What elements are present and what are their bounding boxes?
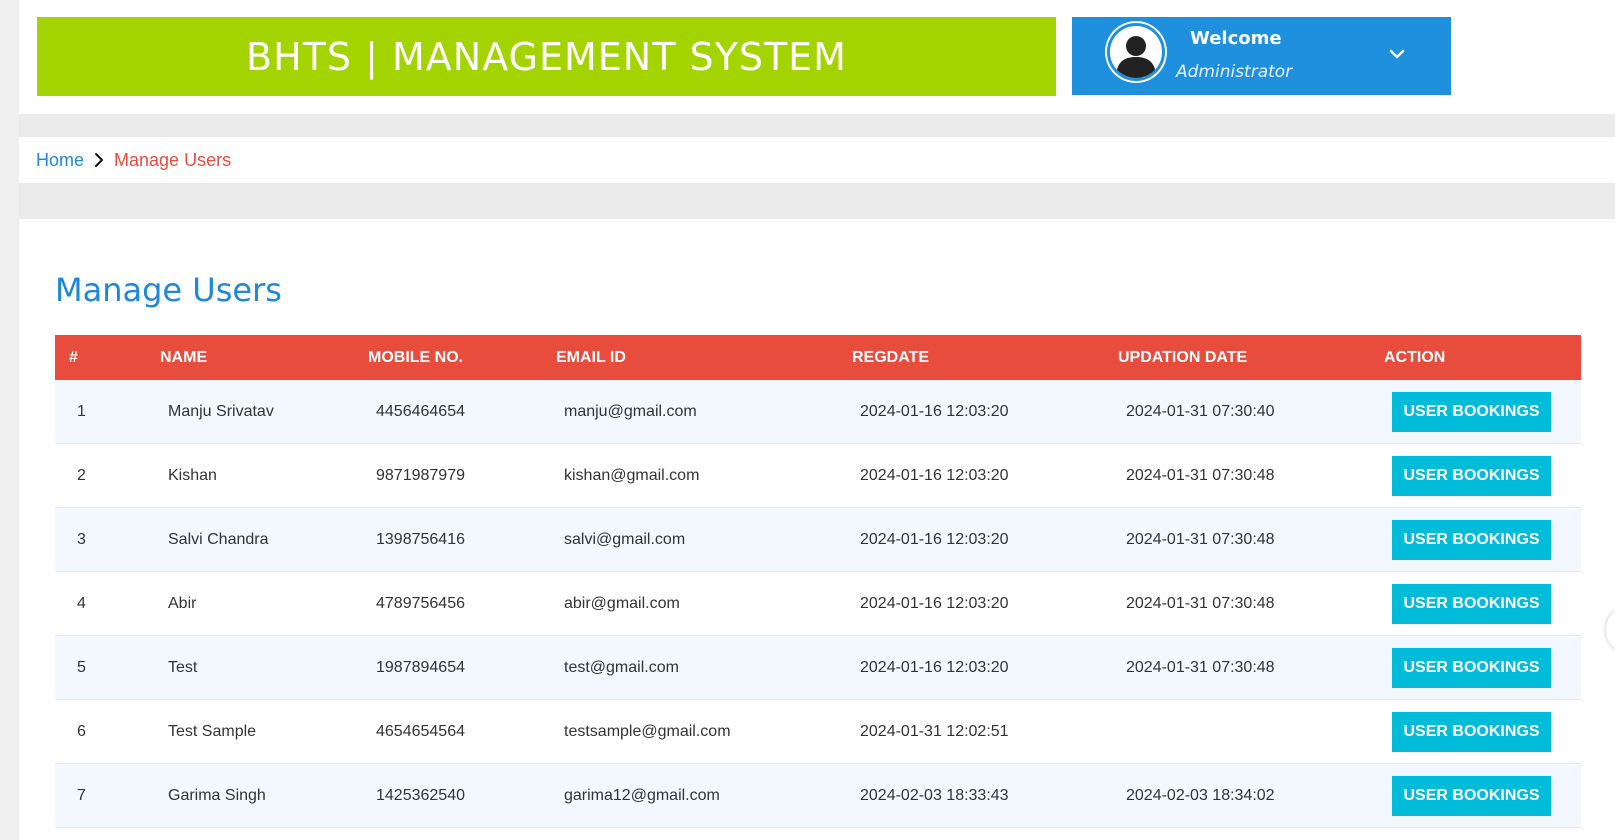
cell-email: garima12@gmail.com (556, 763, 852, 828)
cell-updation-date: 2024-01-31 07:30:48 (1118, 635, 1384, 700)
cell-updation-date: 2024-02-03 18:34:02 (1118, 763, 1384, 828)
cell-action: USER BOOKINGS (1384, 443, 1581, 508)
left-sidebar-strip (0, 0, 19, 840)
user-bookings-button[interactable]: USER BOOKINGS (1392, 391, 1551, 432)
chevron-down-icon[interactable] (1382, 39, 1412, 69)
table-header-row: # NAME MOBILE NO. EMAIL ID REGDATE UPDAT… (55, 335, 1581, 380)
chevron-right-icon (92, 151, 106, 169)
cell-regdate: 2024-01-16 12:03:20 (852, 507, 1118, 572)
cell-number: 7 (55, 763, 160, 828)
page-title: Manage Users (55, 271, 282, 309)
cell-action: USER BOOKINGS (1384, 380, 1581, 444)
cell-regdate: 2024-01-16 12:03:20 (852, 635, 1118, 700)
cell-name: Manju Srivatav (160, 380, 368, 444)
cell-mobile: 1425362540 (368, 763, 556, 828)
cell-mobile: 4456464654 (368, 380, 556, 444)
cell-name: Garima Singh (160, 763, 368, 828)
cell-number: 5 (55, 635, 160, 700)
table-row: 2 Kishan 9871987979 kishan@gmail.com 202… (55, 443, 1581, 508)
cell-email: abir@gmail.com (556, 571, 852, 636)
column-header-updation-date: UPDATION DATE (1118, 348, 1248, 366)
cell-name: Kishan (160, 443, 368, 508)
cell-name: Salvi Chandra (160, 507, 368, 572)
cell-regdate: 2024-01-16 12:03:20 (852, 571, 1118, 636)
breadcrumb-current: Manage Users (114, 149, 232, 170)
cell-mobile: 4654654564 (368, 699, 556, 764)
cell-email: testsample@gmail.com (556, 699, 852, 764)
cell-email: salvi@gmail.com (556, 507, 852, 572)
content-panel: Manage Users # NAME MOBILE NO. EMAIL ID … (19, 219, 1615, 840)
cell-regdate: 2024-01-31 12:02:51 (852, 699, 1118, 764)
cell-email: kishan@gmail.com (556, 443, 852, 508)
table-row: 5 Test 1987894654 test@gmail.com 2024-01… (55, 635, 1581, 700)
column-header-number: # (69, 348, 78, 366)
brand-banner: BHTS | MANAGEMENT SYSTEM (37, 17, 1056, 96)
column-header-action: ACTION (1384, 348, 1446, 366)
table-row: 6 Test Sample 4654654564 testsample@gmai… (55, 699, 1581, 764)
cell-name: Test Sample (160, 699, 368, 764)
column-header-email: EMAIL ID (556, 348, 626, 366)
cell-regdate: 2024-02-03 18:33:43 (852, 763, 1118, 828)
cell-mobile: 4789756456 (368, 571, 556, 636)
cell-number: 1 (55, 380, 160, 444)
user-bookings-button[interactable]: USER BOOKINGS (1392, 519, 1551, 560)
cell-number: 2 (55, 443, 160, 508)
user-bookings-button[interactable]: USER BOOKINGS (1392, 647, 1551, 688)
cell-regdate: 2024-01-16 12:03:20 (852, 380, 1118, 444)
user-bookings-button[interactable]: USER BOOKINGS (1392, 775, 1551, 816)
user-bookings-button[interactable]: USER BOOKINGS (1392, 583, 1551, 624)
cell-action: USER BOOKINGS (1384, 635, 1581, 700)
cell-updation-date: 2024-01-31 07:30:40 (1118, 380, 1384, 444)
cell-number: 3 (55, 507, 160, 572)
table-row: 7 Garima Singh 1425362540 garima12@gmail… (55, 763, 1581, 828)
cell-regdate: 2024-01-16 12:03:20 (852, 443, 1118, 508)
user-avatar-icon (1107, 23, 1165, 81)
cell-email: test@gmail.com (556, 635, 852, 700)
cell-action: USER BOOKINGS (1384, 507, 1581, 572)
cell-name: Abir (160, 571, 368, 636)
table-row: 4 Abir 4789756456 abir@gmail.com 2024-01… (55, 571, 1581, 636)
cell-action: USER BOOKINGS (1384, 571, 1581, 636)
cell-number: 4 (55, 571, 160, 636)
cell-mobile: 1398756416 (368, 507, 556, 572)
cell-action: USER BOOKINGS (1384, 699, 1581, 764)
column-header-name: NAME (160, 348, 208, 366)
table-row: 3 Salvi Chandra 1398756416 salvi@gmail.c… (55, 507, 1581, 572)
welcome-label: Welcome (1190, 28, 1282, 49)
cell-updation-date: 2024-01-31 07:30:48 (1118, 443, 1384, 508)
role-label: Administrator (1176, 62, 1293, 82)
breadcrumb-home-link[interactable]: Home (36, 150, 84, 171)
cell-name: Test (160, 635, 368, 700)
column-header-mobile: MOBILE NO. (368, 348, 464, 366)
table-row: 1 Manju Srivatav 4456464654 manju@gmail.… (55, 380, 1581, 444)
cell-updation-date: 2024-01-31 07:30:48 (1118, 571, 1384, 636)
brand-title: BHTS | MANAGEMENT SYSTEM (246, 34, 847, 79)
breadcrumb: Home Manage Users (19, 137, 1615, 183)
cell-mobile: 1987894654 (368, 635, 556, 700)
user-bookings-button[interactable]: USER BOOKINGS (1392, 711, 1551, 752)
cell-action: USER BOOKINGS (1384, 763, 1581, 828)
cell-mobile: 9871987979 (368, 443, 556, 508)
cell-updation-date: 2024-01-31 07:30:48 (1118, 507, 1384, 572)
cell-number: 6 (55, 699, 160, 764)
cell-updation-date (1118, 699, 1384, 764)
cell-email: manju@gmail.com (556, 380, 852, 444)
column-header-regdate: REGDATE (852, 348, 930, 366)
users-table: # NAME MOBILE NO. EMAIL ID REGDATE UPDAT… (55, 335, 1581, 828)
user-bookings-button[interactable]: USER BOOKINGS (1392, 455, 1551, 496)
user-menu[interactable]: Welcome Administrator (1072, 17, 1451, 95)
